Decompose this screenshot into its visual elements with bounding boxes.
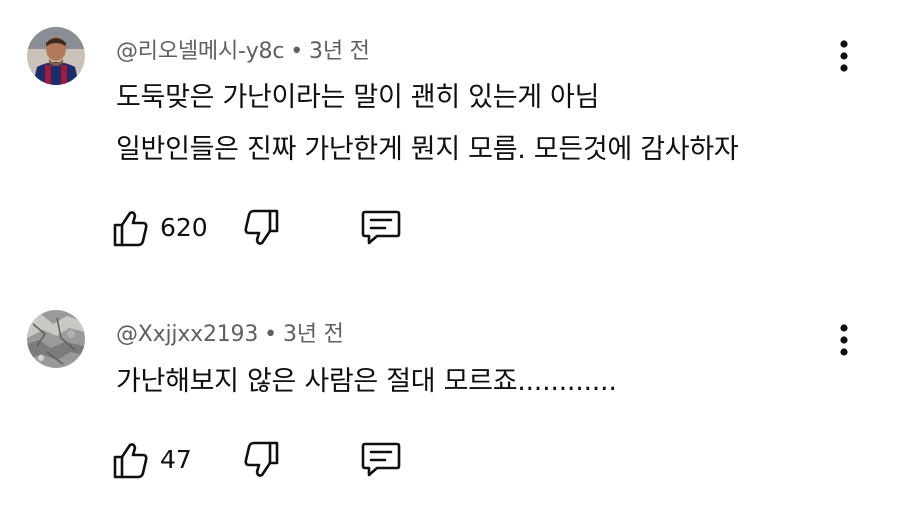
thumbs-up-icon (113, 443, 148, 479)
comment-reply-icon (361, 442, 401, 477)
meta-separator: • (264, 322, 277, 347)
comment-actions: 47 (110, 438, 430, 482)
reply-button[interactable] (360, 438, 404, 482)
thumbs-down-icon (244, 209, 279, 245)
comment-time: 3년 전 (309, 39, 370, 64)
comment-text-line: 도둑맞은 가난이라는 말이 괜히 있는게 아님 (116, 82, 600, 113)
like-button[interactable]: 47 (110, 438, 210, 482)
like-count: 47 (160, 445, 192, 474)
comment-text-line: 가난해보지 않은 사람은 절대 모르죠............ (116, 366, 617, 397)
comment-text-line: 일반인들은 진짜 가난한게 뭔지 모름. 모든것에 감사하자 (116, 134, 739, 165)
comment-meta: @리오넬메시-y8c • 3년 전 (116, 33, 370, 65)
comment-meta: @Xxjjxx2193 • 3년 전 (116, 316, 344, 348)
author-name[interactable]: @리오넬메시-y8c (116, 39, 284, 64)
author-name[interactable]: @Xxjjxx2193 (116, 322, 258, 347)
soccer-player-avatar-icon (27, 27, 85, 85)
meta-separator: • (290, 39, 304, 64)
thumbs-up-icon (113, 211, 148, 247)
dislike-button[interactable] (242, 438, 286, 482)
comment-actions: 620 (110, 206, 430, 250)
comment-time: 3년 전 (282, 322, 344, 347)
rock-texture-avatar-icon (27, 310, 85, 368)
more-options-button[interactable] (830, 320, 858, 360)
avatar[interactable] (27, 27, 85, 85)
reply-button[interactable] (360, 206, 404, 250)
thumbs-down-icon (244, 441, 279, 477)
comment-item: @리오넬메시-y8c • 3년 전 도둑맞은 가난이라는 말이 괜히 있는게 아님 … (0, 0, 900, 260)
comment-text: 가난해보지 않은 사람은 절대 모르죠............ (116, 360, 617, 404)
dislike-button[interactable] (242, 206, 286, 250)
more-vertical-icon (840, 40, 848, 72)
like-count: 620 (160, 213, 208, 242)
comment-reply-icon (361, 210, 401, 245)
comment-text: 도둑맞은 가난이라는 말이 괜히 있는게 아님 일반인들은 진짜 가난한게 뭔지… (116, 76, 739, 172)
avatar[interactable] (27, 310, 85, 368)
more-options-button[interactable] (830, 36, 858, 76)
comment-item: @Xxjjxx2193 • 3년 전 가난해보지 않은 사람은 절대 모르죠....… (0, 300, 900, 509)
like-button[interactable]: 620 (110, 206, 220, 250)
more-vertical-icon (840, 324, 848, 356)
